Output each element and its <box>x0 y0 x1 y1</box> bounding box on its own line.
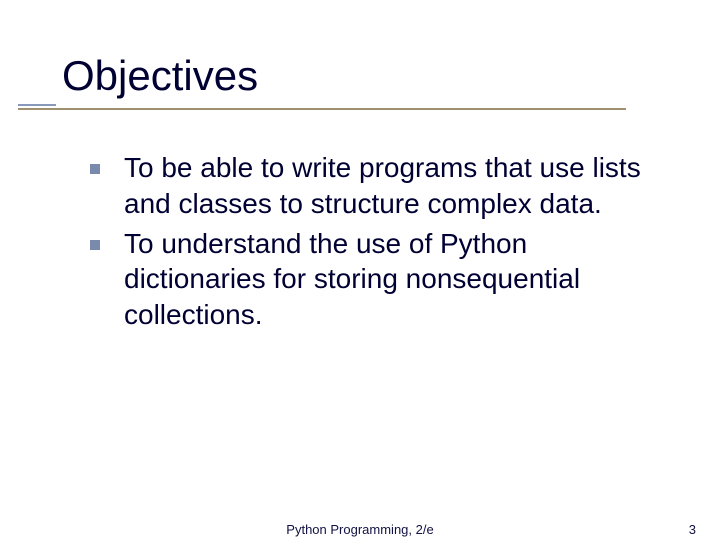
list-item-text: To understand the use of Python dictiona… <box>124 226 650 333</box>
list-item: To be able to write programs that use li… <box>90 150 650 222</box>
body-content: To be able to write programs that use li… <box>90 150 650 337</box>
list-item-text: To be able to write programs that use li… <box>124 150 650 222</box>
title-block: Objectives <box>62 54 662 116</box>
accent-rule-short <box>18 104 56 106</box>
square-bullet-icon <box>90 240 100 250</box>
square-bullet-icon <box>90 164 100 174</box>
accent-rule-long <box>18 108 626 110</box>
slide-title: Objectives <box>62 54 662 98</box>
title-rule <box>18 104 626 116</box>
list-item: To understand the use of Python dictiona… <box>90 226 650 333</box>
footer-source: Python Programming, 2/e <box>0 522 720 537</box>
slide: Objectives To be able to write programs … <box>0 0 720 540</box>
footer-page-number: 3 <box>689 522 696 537</box>
